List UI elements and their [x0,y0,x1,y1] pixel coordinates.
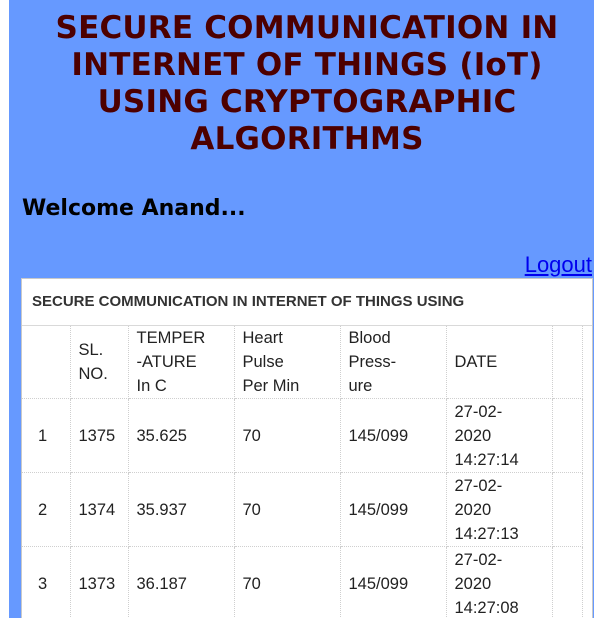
cell-heart-pulse: 70 [234,398,341,473]
readings-table: SL. NO. TEMPER -ATURE In C Heart Pulse P… [22,326,583,618]
row-index: 3 [22,546,71,618]
cell-extra [552,398,583,473]
page-title: SECURE COMMUNICATION IN INTERNET OF THIN… [9,10,594,158]
cell-temperature: 36.187 [128,546,235,618]
cell-sl-no: 1375 [70,398,129,473]
app-screen: SECURE COMMUNICATION IN INTERNET OF THIN… [9,0,594,618]
row-index: 2 [22,472,71,547]
cell-extra [552,472,583,547]
cell-sl-no: 1373 [70,546,129,618]
cell-date: 27-02- 2020 14:27:13 [446,472,553,547]
column-header-sl-no: SL. NO. [70,326,129,399]
cell-heart-pulse: 70 [234,546,341,618]
table-caption: SECURE COMMUNICATION IN INTERNET OF THIN… [22,279,592,326]
cell-date: 27-02- 2020 14:27:08 [446,546,553,618]
page-title-line-2: INTERNET OF THINGS (IoT) [71,47,543,83]
cell-temperature: 35.937 [128,472,235,547]
readings-card: SECURE COMMUNICATION IN INTERNET OF THIN… [21,278,593,618]
column-header-blood-pressure: Blood Press- ure [340,326,447,399]
page-title-line-1: SECURE COMMUNICATION IN [55,10,559,46]
cell-extra [552,546,583,618]
cell-blood-pressure: 145/099 [340,472,447,547]
column-header-extra [552,326,583,399]
column-header-date: DATE [446,326,553,399]
cell-blood-pressure: 145/099 [340,398,447,473]
welcome-message: Welcome Anand... [22,196,246,221]
page-title-line-3: USING CRYPTOGRAPHIC [97,84,517,120]
cell-blood-pressure: 145/099 [340,546,447,618]
logout-link[interactable]: Logout [525,252,592,278]
column-header-temperature: TEMPER -ATURE In C [128,326,235,399]
column-header-index [22,326,71,399]
row-index: 1 [22,398,71,473]
cell-date: 27-02- 2020 14:27:14 [446,398,553,473]
column-header-heart-pulse: Heart Pulse Per Min [234,326,341,399]
cell-heart-pulse: 70 [234,472,341,547]
table-row: 2 1374 35.937 70 145/099 27-02- 2020 14:… [22,472,583,547]
cell-temperature: 35.625 [128,398,235,473]
table-row: 1 1375 35.625 70 145/099 27-02- 2020 14:… [22,398,583,473]
cell-sl-no: 1374 [70,472,129,547]
page-title-line-4: ALGORITHMS [190,121,424,157]
table-row: 3 1373 36.187 70 145/099 27-02- 2020 14:… [22,546,583,618]
table-header-row: SL. NO. TEMPER -ATURE In C Heart Pulse P… [22,326,583,399]
